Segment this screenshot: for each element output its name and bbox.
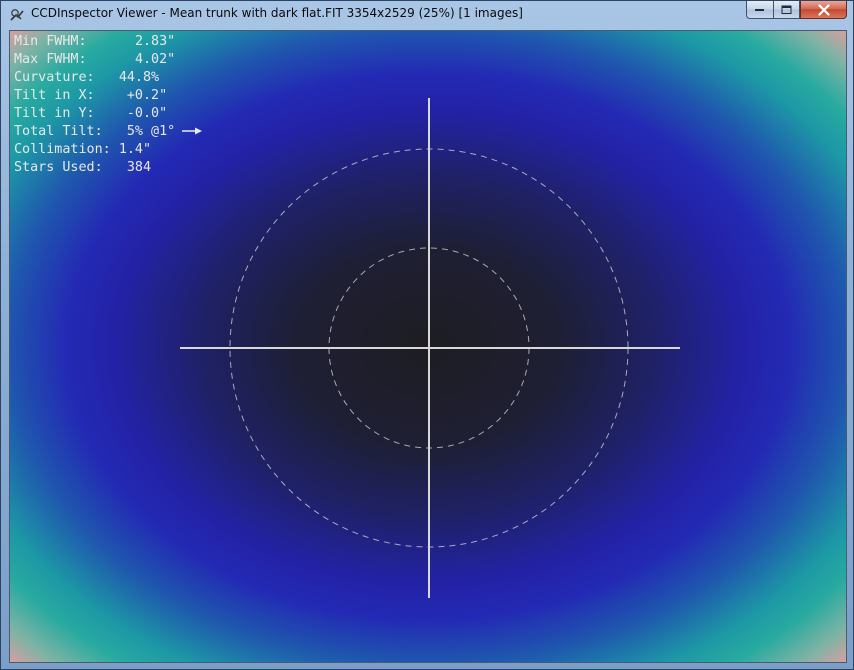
stat-label: Total Tilt: (14, 124, 103, 139)
minimize-button[interactable] (746, 1, 773, 19)
ccdinspector-viewer-window: CCDInspector Viewer - Mean trunk with da… (0, 0, 854, 670)
caption-buttons (746, 1, 847, 20)
stat-label: Curvature: (14, 70, 95, 85)
maximize-icon (781, 5, 791, 14)
window-title: CCDInspector Viewer - Mean trunk with da… (31, 6, 523, 20)
stat-label: Min FWHM: (14, 34, 87, 49)
stat-label: Max FWHM: (14, 52, 87, 67)
stat-label: Collimation: (14, 142, 111, 157)
stat-min-fwhm: Min FWHM: 2.83" (14, 33, 203, 51)
stat-max-fwhm: Max FWHM: 4.02" (14, 51, 203, 69)
stat-value: +0.2" (126, 88, 168, 103)
stat-label: Stars Used: (14, 160, 103, 175)
stat-total-tilt: Total Tilt: 5% @1° (14, 123, 203, 141)
stat-tilt-y: Tilt in Y: -0.0" (14, 105, 203, 123)
stat-value: 4.02" (134, 52, 176, 67)
stat-stars-used: Stars Used: 384 (14, 159, 203, 177)
maximize-button[interactable] (773, 1, 800, 19)
ccdinspector-app-icon[interactable] (9, 7, 25, 23)
stat-label: Tilt in X: (14, 88, 95, 103)
stat-value: -0.0" (126, 106, 168, 121)
fwhm-curvature-map[interactable]: Min FWHM: 2.83" Max FWHM: 4.02" Curvatur… (9, 30, 847, 663)
minimize-icon (755, 8, 764, 11)
close-icon (817, 4, 830, 15)
tilt-direction-arrow-icon (182, 127, 203, 135)
stat-value: 384 (126, 160, 152, 175)
stat-value: 44.8% (118, 70, 160, 85)
stat-label: Tilt in Y: (14, 106, 95, 121)
stat-value: 1.4" (118, 142, 152, 157)
stat-value: 5% @1° (126, 124, 176, 139)
stat-curvature: Curvature: 44.8% (14, 69, 203, 87)
statistics-panel: Min FWHM: 2.83" Max FWHM: 4.02" Curvatur… (14, 33, 203, 177)
stat-value: 2.83" (134, 34, 176, 49)
stat-tilt-x: Tilt in X: +0.2" (14, 87, 203, 105)
close-button[interactable] (800, 1, 847, 19)
stat-collimation: Collimation: 1.4" (14, 141, 203, 159)
title-bar[interactable]: CCDInspector Viewer - Mean trunk with da… (1, 1, 853, 28)
